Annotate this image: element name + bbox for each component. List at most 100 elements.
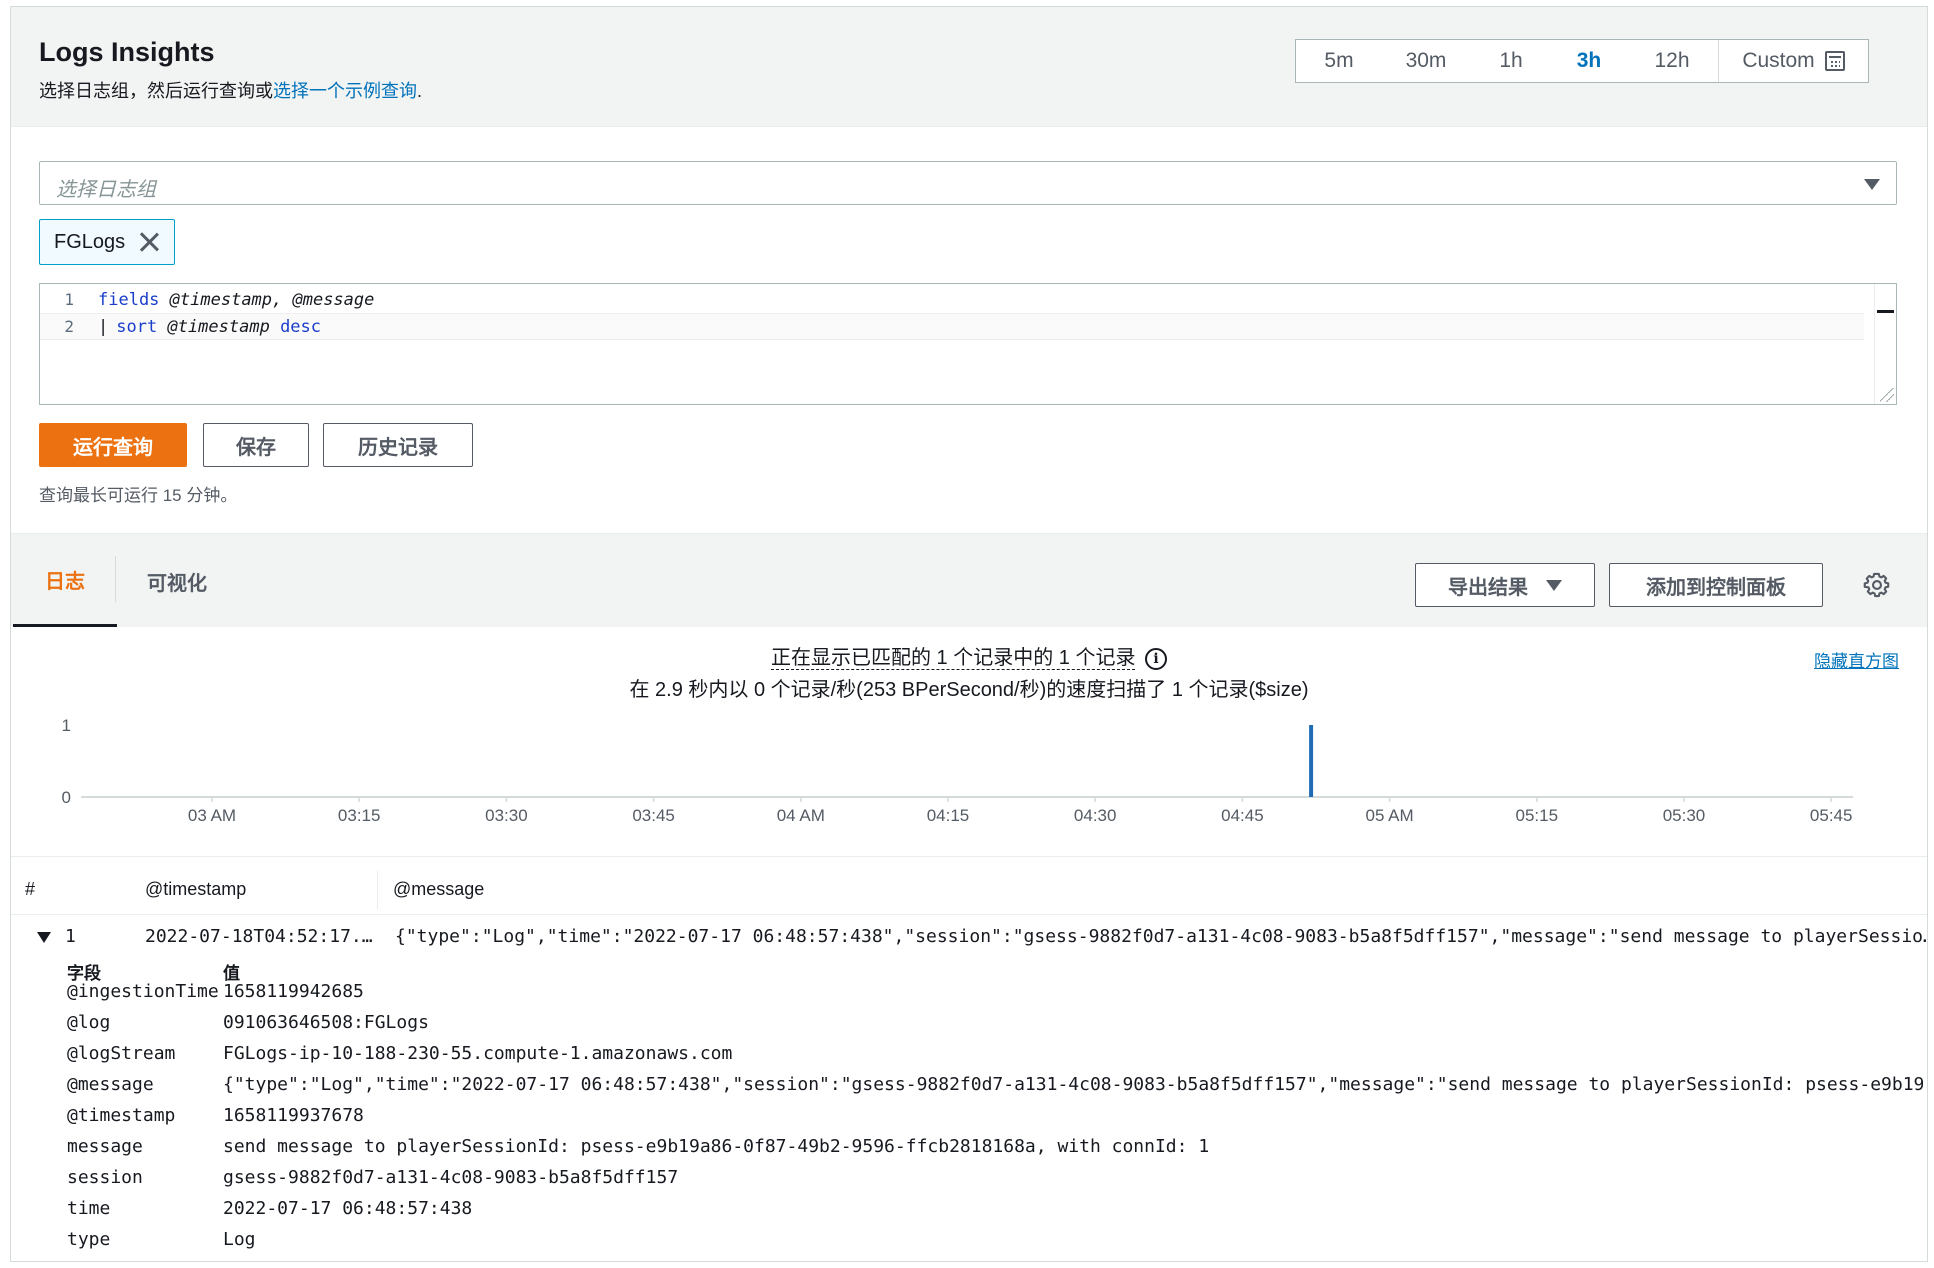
line-number: 1 <box>64 290 74 309</box>
time-range-1h[interactable]: 1h <box>1470 40 1552 82</box>
save-button[interactable]: 保存 <box>203 423 309 467</box>
close-icon[interactable] <box>139 232 159 252</box>
detail-field-value: Log <box>223 1229 256 1250</box>
page-header: Logs Insights 选择日志组，然后运行查询或选择一个示例查询. 5m … <box>11 7 1927 127</box>
detail-field-value: 091063646508:FGLogs <box>223 1012 429 1033</box>
records-summary: 正在显示已匹配的 1 个记录中的 1 个记录 i <box>11 641 1927 670</box>
keyword: desc <box>280 316 322 337</box>
column-divider[interactable] <box>377 871 378 909</box>
editor-line: 2 | sort @timestamp desc <box>40 313 1864 340</box>
editor-scrollbar[interactable] <box>1874 284 1896 404</box>
y-tick-label: 1 <box>62 716 71 735</box>
histogram-panel: 正在显示已匹配的 1 个记录中的 1 个记录 i 在 2.9 秒内以 0 个记录… <box>11 627 1927 857</box>
pipe-operator: | <box>98 316 109 337</box>
time-range-5m[interactable]: 5m <box>1296 40 1382 82</box>
history-button[interactable]: 历史记录 <box>323 423 473 467</box>
x-tick-label: 04 AM <box>777 806 825 825</box>
column-header-index: # <box>25 879 36 899</box>
add-to-dashboard-button[interactable]: 添加到控制面板 <box>1609 563 1823 607</box>
detail-row: @ingestionTime 1658119942685 <box>11 981 1927 1012</box>
column-header-timestamp[interactable]: @timestamp <box>145 879 246 900</box>
table-row[interactable]: 1 2022-07-18T04:52:17.… {"type":"Log","t… <box>11 915 1927 959</box>
keyword: fields <box>98 289 160 310</box>
detail-row: session gsess-9882f0d7-a131-4c08-9083-b5a… <box>11 1167 1927 1198</box>
x-tick-label: 05:15 <box>1516 806 1559 825</box>
expand-icon[interactable] <box>37 932 51 943</box>
time-range-30m[interactable]: 30m <box>1382 40 1470 82</box>
tab-visualization[interactable]: 可视化 <box>147 534 207 628</box>
detail-field-name: @ingestionTime <box>67 981 219 1002</box>
x-tick-label: 04:45 <box>1221 806 1264 825</box>
query-editor[interactable]: 1 fields @timestamp, @message 2 | sort @t… <box>39 283 1897 405</box>
editor-line: 1 fields @timestamp, @message <box>40 286 1864 313</box>
sample-query-link[interactable]: 选择一个示例查询 <box>273 81 417 101</box>
gear-icon[interactable] <box>1863 571 1891 599</box>
tab-divider <box>115 556 116 602</box>
x-tick-label: 05 AM <box>1365 806 1413 825</box>
detail-field-value: gsess-9882f0d7-a131-4c08-9083-b5a8f5dff1… <box>223 1167 679 1188</box>
detail-field-value: 1658119942685 <box>223 981 364 1002</box>
page-title: Logs Insights <box>39 37 215 67</box>
detail-field-value: FGLogs-ip-10-188-230-55.compute-1.amazon… <box>223 1043 733 1064</box>
subtitle-text: 选择日志组，然后运行查询或 <box>39 81 273 101</box>
custom-label: Custom <box>1742 49 1815 72</box>
tab-logs[interactable]: 日志 <box>13 534 117 628</box>
time-range-custom[interactable]: Custom <box>1718 40 1868 82</box>
time-range-selector: 5m 30m 1h 3h 12h Custom <box>1295 39 1869 83</box>
detail-field-name: message <box>67 1136 143 1157</box>
x-tick-label: 03 AM <box>188 806 236 825</box>
detail-field-name: @message <box>67 1074 154 1095</box>
time-range-3h[interactable]: 3h <box>1552 40 1626 82</box>
field-list: @timestamp, @message <box>169 289 375 310</box>
time-range-12h[interactable]: 12h <box>1626 40 1718 82</box>
row-timestamp: 2022-07-18T04:52:17.… <box>145 926 373 947</box>
calendar-icon <box>1824 51 1845 71</box>
caret-down-icon <box>1546 579 1562 591</box>
page-subtitle: 选择日志组，然后运行查询或选择一个示例查询. <box>39 77 422 103</box>
detail-field-value: 2022-07-17 06:48:57:438 <box>223 1198 473 1219</box>
detail-field-name: @timestamp <box>67 1105 176 1126</box>
x-tick-label: 05:30 <box>1663 806 1706 825</box>
detail-row: time 2022-07-17 06:48:57:438 <box>11 1198 1927 1229</box>
resize-handle-icon[interactable] <box>1880 388 1894 402</box>
x-tick-label: 04:15 <box>927 806 970 825</box>
detail-field-value: {"type":"Log","time":"2022-07-17 06:48:5… <box>223 1074 1923 1095</box>
x-tick-label: 03:15 <box>338 806 381 825</box>
records-shown-text: 正在显示已匹配的 1 个记录中的 1 个记录 <box>770 647 1136 670</box>
log-group-select[interactable]: 选择日志组 <box>39 161 1897 205</box>
histogram-bar <box>1309 725 1314 797</box>
row-index: 1 <box>65 926 76 947</box>
x-tick-label: 03:45 <box>632 806 675 825</box>
detail-field-value: send message to playerSessionId: psess-e… <box>223 1136 1210 1157</box>
detail-row: type Log <box>11 1229 1927 1260</box>
detail-row: @log 091063646508:FGLogs <box>11 1012 1927 1043</box>
log-group-token-label: FGLogs <box>54 230 126 253</box>
row-message: {"type":"Log","time":"2022-07-17 06:48:5… <box>395 926 1928 947</box>
detail-field-value: 1658119937678 <box>223 1105 364 1126</box>
x-tick-label: 04:30 <box>1074 806 1117 825</box>
caret-down-icon <box>1864 179 1880 190</box>
hide-histogram-link[interactable]: 隐藏直方图 <box>1814 647 1899 672</box>
log-group-token: FGLogs <box>39 219 175 265</box>
subtitle-end: . <box>417 81 423 101</box>
run-query-button[interactable]: 运行查询 <box>39 423 187 467</box>
log-group-placeholder: 选择日志组 <box>56 179 156 201</box>
detail-row: @logStream FGLogs-ip-10-188-230-55.comput… <box>11 1043 1927 1074</box>
detail-row: @timestamp 1658119937678 <box>11 1105 1927 1136</box>
column-header-message[interactable]: @message <box>393 879 484 900</box>
detail-row: @message {"type":"Log","time":"2022-07-17… <box>11 1074 1927 1105</box>
field-name: @timestamp <box>167 316 270 337</box>
info-icon[interactable]: i <box>1145 648 1168 670</box>
detail-field-name: type <box>67 1229 111 1250</box>
export-label: 导出结果 <box>1448 576 1528 599</box>
detail-field-name: @log <box>67 1012 111 1033</box>
export-results-button[interactable]: 导出结果 <box>1415 563 1595 607</box>
query-hint: 查询最长可运行 15 分钟。 <box>39 486 238 505</box>
detail-field-name: time <box>67 1198 111 1219</box>
y-tick-label: 0 <box>62 788 71 807</box>
x-tick-label: 05:45 <box>1810 806 1853 825</box>
line-number: 2 <box>64 317 74 336</box>
logs-insights-panel: Logs Insights 选择日志组，然后运行查询或选择一个示例查询. 5m … <box>10 6 1928 1262</box>
histogram-chart: 0 1 03 AM 03:15 03:30 03:45 04 AM 04:15 04:30 04:… <box>62 716 1853 825</box>
scan-summary: 在 2.9 秒内以 0 个记录/秒(253 BPerSecond/秒)的速度扫描… <box>629 679 1309 701</box>
